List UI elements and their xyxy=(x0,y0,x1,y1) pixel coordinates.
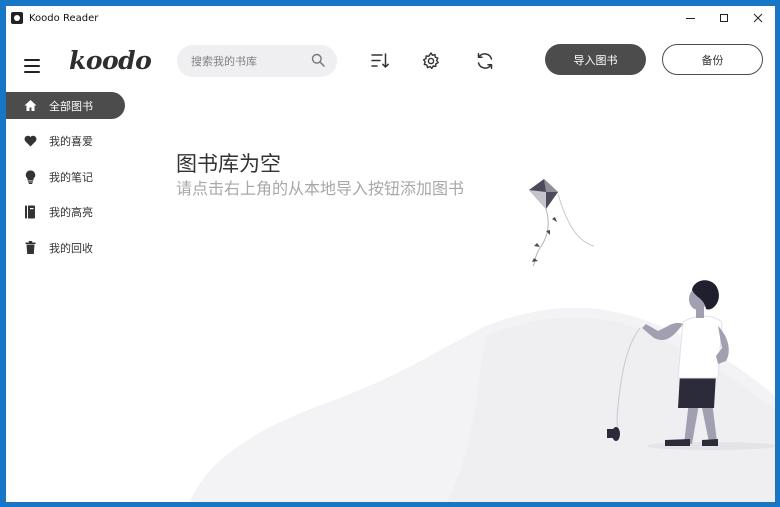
sort-icon[interactable] xyxy=(370,51,390,71)
import-button[interactable]: 导入图书 xyxy=(545,44,646,75)
highlight-book-icon xyxy=(23,205,37,219)
search-box[interactable] xyxy=(177,45,337,77)
maximize-button[interactable] xyxy=(707,6,741,30)
sidebar-item-all-books[interactable]: 全部图书 xyxy=(6,92,125,119)
app-icon xyxy=(11,12,23,24)
app-logo: koodo xyxy=(69,46,152,75)
hamburger-line xyxy=(24,65,40,67)
person-illustration xyxy=(607,280,729,446)
header: koodo 导入图书 备 xyxy=(6,30,775,92)
sidebar-item-label: 我的高亮 xyxy=(49,206,93,219)
hill-illustration xyxy=(189,307,775,502)
hamburger-line xyxy=(24,71,40,73)
sidebar-item-notes[interactable]: 我的笔记 xyxy=(6,163,125,190)
empty-library-title: 图书库为空 xyxy=(176,152,281,176)
search-input[interactable] xyxy=(191,54,301,68)
sidebar-item-label: 我的笔记 xyxy=(49,170,93,184)
backup-button[interactable]: 备份 xyxy=(662,44,763,75)
window-title: Koodo Reader xyxy=(29,12,99,24)
gear-icon[interactable] xyxy=(421,51,441,71)
sidebar: 全部图书 我的喜爱 我的笔记 我的高亮 我的回收 xyxy=(6,92,131,270)
title-bar[interactable]: Koodo Reader xyxy=(6,6,775,30)
search-icon[interactable] xyxy=(311,53,325,67)
kite-illustration xyxy=(529,179,641,439)
sidebar-item-label: 全部图书 xyxy=(49,99,93,113)
trash-icon xyxy=(23,241,37,255)
sync-icon[interactable] xyxy=(475,51,495,71)
minimize-button[interactable] xyxy=(673,6,707,30)
heart-icon xyxy=(23,134,37,148)
hamburger-line xyxy=(24,59,40,61)
empty-library-description: 请点击右上角的从本地导入按钮添加图书 xyxy=(176,179,465,198)
sidebar-item-label: 我的喜爱 xyxy=(49,135,93,148)
minimize-icon xyxy=(685,17,695,19)
window-controls xyxy=(673,6,775,30)
sidebar-item-highlights[interactable]: 我的高亮 xyxy=(6,199,125,226)
close-button[interactable] xyxy=(741,6,775,30)
app-window: Koodo Reader koodo 搜索我的书库 导入图书 备份 全部图书 我… xyxy=(5,5,776,503)
sidebar-item-favorites[interactable]: 我的喜爱 xyxy=(6,128,125,155)
sidebar-item-trash[interactable]: 我的回收 xyxy=(6,234,125,261)
menu-button[interactable] xyxy=(24,59,40,77)
lightbulb-icon xyxy=(23,169,37,184)
close-icon xyxy=(753,13,763,23)
sidebar-item-label: 我的回收 xyxy=(49,241,93,255)
maximize-icon xyxy=(720,14,728,22)
home-icon xyxy=(23,99,37,113)
